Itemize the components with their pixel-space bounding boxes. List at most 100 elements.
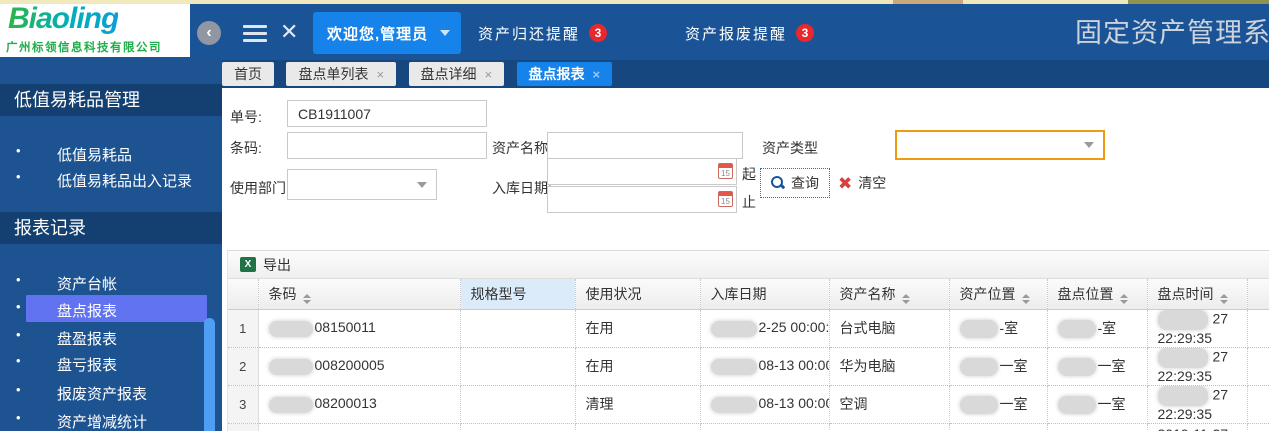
export-button[interactable]: X 导出 <box>240 255 291 275</box>
search-icon <box>771 176 785 190</box>
sidebar-item-surplus-report[interactable]: • 盘盈报表 <box>0 323 222 350</box>
bullet-icon: • <box>16 169 21 184</box>
tab-inventory-report[interactable]: 盘点报表 × <box>517 62 613 86</box>
header-filler <box>1247 279 1269 309</box>
sort-icon <box>303 294 311 304</box>
notif-label: 资产报废提醒 <box>685 23 787 44</box>
sort-icon <box>1022 294 1030 304</box>
sidebar-item-scrap-asset-report[interactable]: • 报废资产报表 <box>0 378 222 405</box>
redaction-blob <box>960 396 998 414</box>
notification-badge: 3 <box>796 24 814 42</box>
bullet-icon: • <box>16 353 21 368</box>
asset-type-select[interactable] <box>895 130 1105 160</box>
redaction-blob <box>711 321 757 337</box>
notification-badge: 3 <box>589 24 607 42</box>
sidebar-item-consumables-io-records[interactable]: • 低值易耗品出入记录 <box>0 165 222 192</box>
report-table: 条码 规格型号 使用状况 入库日期 资产名称 资产位置 盘点位置 盘点时间 1 … <box>228 279 1269 431</box>
asset-name-input[interactable] <box>547 132 743 159</box>
tab-bar: 首页 盘点单列表 × 盘点详细 × 盘点报表 × <box>222 60 1269 88</box>
redaction-blob <box>1158 348 1208 368</box>
header-rownum <box>228 279 258 309</box>
caret-down-icon <box>1084 142 1094 148</box>
sidebar-nav: 低值易耗品管理 • 低值易耗品 • 低值易耗品出入记录 报表记录 • 资产台帐 … <box>0 60 222 431</box>
bullet-icon: • <box>16 299 21 314</box>
header-spec-model[interactable]: 规格型号 <box>460 279 575 309</box>
date-from-input[interactable]: 15 <box>547 158 737 185</box>
asset-scrap-reminder[interactable]: 资产报废提醒 3 <box>685 21 814 45</box>
tab-home[interactable]: 首页 <box>222 62 274 86</box>
close-icon[interactable]: ✕ <box>280 19 298 45</box>
bullet-icon: • <box>16 327 21 342</box>
menu-hamburger-icon[interactable] <box>243 25 267 42</box>
bullet-icon: • <box>16 272 21 287</box>
redaction-blob <box>960 320 998 338</box>
chevron-left-icon: ‹ <box>206 24 211 42</box>
tab-close-icon[interactable]: × <box>485 67 493 82</box>
sidebar-item-inventory-report[interactable]: • 盘点报表 <box>0 295 222 322</box>
header-storage-date[interactable]: 入库日期 <box>700 279 829 309</box>
redaction-blob <box>1158 386 1208 406</box>
user-welcome-dropdown[interactable]: 欢迎您,管理员 <box>313 12 461 54</box>
header-check-time[interactable]: 盘点时间 <box>1147 279 1247 309</box>
department-label: 使用部门: <box>230 178 290 198</box>
redaction-blob <box>960 358 998 376</box>
sidebar-item-consumables[interactable]: • 低值易耗品 <box>0 139 222 166</box>
welcome-label: 欢迎您,管理员 <box>327 23 428 44</box>
sidebar-section-consumables[interactable]: 低值易耗品管理 <box>0 84 222 116</box>
redaction-blob <box>269 359 313 375</box>
date-to-input[interactable]: 15 <box>547 186 737 213</box>
sidebar-section-reports[interactable]: 报表记录 <box>0 212 222 244</box>
asset-type-label: 资产类型 <box>762 138 818 158</box>
table-row[interactable]: 2 008200005 在用 08-13 00:00:00 华为电脑 一室 一室… <box>228 347 1269 385</box>
sidebar-item-asset-change-stats[interactable]: • 资产增减统计 <box>0 406 222 431</box>
calendar-icon[interactable]: 15 <box>718 191 733 207</box>
bullet-icon: • <box>16 382 21 397</box>
tab-close-icon[interactable]: × <box>593 67 601 82</box>
sidebar-item-loss-report[interactable]: • 盘亏报表 <box>0 349 222 376</box>
department-select[interactable] <box>287 169 437 200</box>
sort-icon <box>902 294 910 304</box>
header-usage-status[interactable]: 使用状况 <box>575 279 700 309</box>
calendar-icon[interactable]: 15 <box>718 163 733 179</box>
grid-toolbar: X 导出 <box>228 251 1269 279</box>
inventory-report-grid: X 导出 条码 规格型号 使用状况 入库日期 资产名称 资产位置 盘点位置 盘点… <box>227 250 1269 431</box>
clear-button[interactable]: ✖ 清空 <box>838 170 886 196</box>
top-header-bar: Biaoling 广州标领信息科技有限公司 ‹ ✕ 欢迎您,管理员 资产归还提醒… <box>0 4 1269 60</box>
barcode-label: 条码: <box>230 138 262 158</box>
header-barcode[interactable]: 条码 <box>258 279 460 309</box>
redaction-blob <box>1058 396 1096 414</box>
excel-icon: X <box>240 257 256 272</box>
sort-icon <box>1220 294 1228 304</box>
redaction-blob <box>1058 358 1096 376</box>
tab-inventory-list[interactable]: 盘点单列表 × <box>286 62 396 86</box>
brand-company-name: 广州标领信息科技有限公司 <box>6 39 162 55</box>
sidebar-collapse-button[interactable]: ‹ <box>197 21 221 45</box>
redaction-blob <box>711 397 757 413</box>
tab-inventory-detail[interactable]: 盘点详细 × <box>409 62 505 86</box>
table-row[interactable]: 2019-11-27 <box>228 423 1269 431</box>
storage-date-label: 入库日期: <box>492 178 552 198</box>
barcode-input[interactable] <box>287 132 487 159</box>
bullet-icon: • <box>16 143 21 158</box>
table-header-row: 条码 规格型号 使用状况 入库日期 资产名称 资产位置 盘点位置 盘点时间 <box>228 279 1269 309</box>
caret-down-icon <box>440 30 450 36</box>
sidebar-item-asset-ledger[interactable]: • 资产台帐 <box>0 268 222 295</box>
date-from-suffix: 起 <box>742 164 756 184</box>
redaction-blob <box>711 359 757 375</box>
header-asset-name[interactable]: 资产名称 <box>829 279 949 309</box>
header-asset-location[interactable]: 资产位置 <box>949 279 1047 309</box>
clear-x-icon: ✖ <box>838 175 852 192</box>
order-no-input[interactable] <box>287 100 487 127</box>
order-no-label: 单号: <box>230 107 262 127</box>
tab-close-icon[interactable]: × <box>376 67 384 82</box>
query-button[interactable]: 查询 <box>760 168 830 198</box>
asset-return-reminder[interactable]: 资产归还提醒 3 <box>478 21 607 45</box>
sort-icon <box>1120 294 1128 304</box>
redaction-blob <box>269 397 313 413</box>
table-row[interactable]: 1 08150011 在用 2-25 00:00:00 台式电脑 -室 -室 2… <box>228 309 1269 347</box>
table-row[interactable]: 3 08200013 清理 08-13 00:00:00 空调 一室 一室 27… <box>228 385 1269 423</box>
redaction-blob <box>269 321 313 337</box>
sidebar-scrollbar-thumb[interactable] <box>204 318 215 431</box>
header-check-location[interactable]: 盘点位置 <box>1047 279 1147 309</box>
bullet-icon: • <box>16 410 21 425</box>
